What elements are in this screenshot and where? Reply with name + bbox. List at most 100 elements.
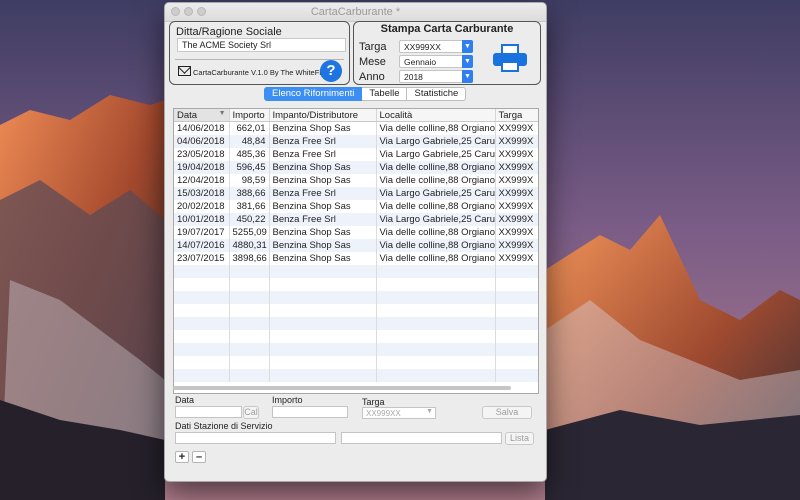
company-panel: Ditta/Ragione Sociale The ACME Society S…: [169, 21, 350, 85]
cell-targa: XX999X: [495, 135, 538, 148]
help-icon[interactable]: ?: [320, 60, 342, 82]
cell-importo: 485,36: [229, 148, 270, 161]
empty-cell: [495, 356, 538, 369]
envelope-icon[interactable]: [178, 66, 191, 76]
stazione-address-input[interactable]: [341, 432, 502, 444]
table-row[interactable]: 04/06/2018 48,84 Benza Free Srl Via Largo G…: [174, 135, 538, 148]
empty-cell: [174, 291, 230, 304]
cell-targa: XX999X: [495, 174, 538, 187]
importo-label: Importo: [272, 395, 303, 405]
cell-data: 14/07/2016: [174, 239, 230, 252]
empty-cell: [174, 330, 230, 343]
targa-label: Targa: [359, 41, 387, 53]
column-header-data[interactable]: Data ▼: [174, 109, 230, 122]
horizontal-scrollbar[interactable]: [173, 386, 511, 390]
empty-row: [174, 369, 538, 382]
importo-input[interactable]: [272, 406, 348, 418]
cell-importo: 381,66: [229, 200, 270, 213]
table-row[interactable]: 23/07/2015 3898,66 Benzina Shop Sas Via del…: [174, 252, 538, 265]
empty-cell: [174, 369, 230, 382]
empty-cell: [376, 356, 496, 369]
table-row[interactable]: 23/05/2018 485,36 Benza Free Srl Via Largo …: [174, 148, 538, 161]
table-row[interactable]: 14/07/2016 4880,31 Benzina Shop Sas Via del…: [174, 239, 538, 252]
table-row[interactable]: 15/03/2018 388,66 Benza Free Srl Via Largo …: [174, 187, 538, 200]
empty-row: [174, 278, 538, 291]
column-header-importo[interactable]: Importo: [229, 109, 270, 122]
printer-icon[interactable]: [493, 44, 527, 74]
print-panel-title: Stampa Carta Carburante: [380, 23, 514, 35]
table-row[interactable]: 10/01/2018 450,22 Benza Free Srl Via Largo …: [174, 213, 538, 226]
cell-distributore: Benza Free Srl: [269, 187, 377, 200]
targa-select[interactable]: XX999XX ▼: [399, 40, 473, 53]
title-bar[interactable]: CartaCarburante *: [165, 3, 546, 22]
table-row[interactable]: 19/04/2018 596,45 Benzina Shop Sas Via dell…: [174, 161, 538, 174]
salva-button[interactable]: Salva: [482, 406, 532, 419]
cell-importo: 4880,31: [229, 239, 270, 252]
empty-cell: [229, 291, 270, 304]
empty-cell: [174, 304, 230, 317]
empty-cell: [269, 356, 377, 369]
empty-cell: [269, 369, 377, 382]
company-label: Ditta/Ragione Sociale: [176, 26, 282, 38]
anno-row: Anno 2018 ▼: [359, 70, 473, 83]
column-header-distributore[interactable]: Impanto/Distributore: [269, 109, 377, 122]
empty-cell: [229, 278, 270, 291]
data-label: Data: [175, 395, 195, 405]
company-name-field[interactable]: The ACME Society Srl: [177, 38, 346, 52]
chevron-down-icon: ▼: [426, 408, 433, 415]
targa-form-label: Targa: [362, 397, 385, 407]
print-panel: Stampa Carta Carburante Targa XX999XX ▼ …: [353, 21, 541, 85]
sort-down-icon: ▼: [218, 109, 226, 117]
chevron-down-icon: ▼: [462, 70, 473, 83]
cell-distributore: Benza Free Srl: [269, 213, 377, 226]
cell-targa: XX999X: [495, 239, 538, 252]
refuels-table: Data ▼ Importo Impanto/Distributore Local…: [173, 108, 539, 394]
mese-label: Mese: [359, 56, 386, 68]
tab-tabelle[interactable]: Tabelle: [362, 87, 408, 101]
column-header-localita[interactable]: Località: [376, 109, 496, 122]
tab-statistiche[interactable]: Statistiche: [407, 87, 467, 101]
table-row[interactable]: 19/07/2017 5255,09 Benzina Shop Sas Via del…: [174, 226, 538, 239]
empty-cell: [174, 278, 230, 291]
mese-select-value: Gennaio: [404, 57, 437, 67]
empty-cell: [376, 317, 496, 330]
table-row[interactable]: 12/04/2018 98,59 Benzina Shop Sas Via delle…: [174, 174, 538, 187]
table-row[interactable]: 20/02/2018 381,66 Benzina Shop Sas Via dell…: [174, 200, 538, 213]
cell-importo: 5255,09: [229, 226, 270, 239]
lista-button[interactable]: Lista: [505, 432, 534, 445]
empty-cell: [495, 265, 538, 278]
empty-cell: [229, 343, 270, 356]
tab-elenco-rifornimenti[interactable]: Elenco Rifornimenti: [264, 87, 363, 101]
cell-targa: XX999X: [495, 148, 538, 161]
column-header-targa[interactable]: Targa: [495, 109, 538, 122]
empty-cell: [229, 304, 270, 317]
table-row[interactable]: 14/06/2018 662,01 Benzina Shop Sas Via dell…: [174, 121, 538, 135]
cal-button[interactable]: Cal: [243, 406, 259, 419]
empty-cell: [174, 317, 230, 330]
empty-row: [174, 291, 538, 304]
empty-row: [174, 356, 538, 369]
cell-data: 19/07/2017: [174, 226, 230, 239]
chevron-down-icon: ▼: [462, 55, 473, 68]
cell-distributore: Benzina Shop Sas: [269, 252, 377, 265]
empty-cell: [229, 317, 270, 330]
add-button[interactable]: +: [175, 451, 189, 463]
cell-distributore: Benzina Shop Sas: [269, 226, 377, 239]
empty-cell: [229, 356, 270, 369]
cell-targa: XX999X: [495, 200, 538, 213]
cell-targa: XX999X: [495, 161, 538, 174]
data-input[interactable]: [175, 406, 242, 418]
targa-select-value: XX999XX: [404, 42, 441, 52]
empty-cell: [376, 330, 496, 343]
anno-select[interactable]: 2018 ▼: [399, 70, 473, 83]
cell-importo: 662,01: [229, 121, 270, 135]
empty-cell: [376, 291, 496, 304]
mese-select[interactable]: Gennaio ▼: [399, 55, 473, 68]
empty-cell: [174, 343, 230, 356]
stazione-name-input[interactable]: [175, 432, 336, 444]
credit-text: CartaCarburante V.1.0 By The WhiteFly: [193, 68, 325, 77]
targa-form-select[interactable]: XX999XX ▼: [362, 407, 436, 419]
remove-button[interactable]: –: [192, 451, 206, 463]
empty-cell: [229, 265, 270, 278]
empty-cell: [229, 369, 270, 382]
